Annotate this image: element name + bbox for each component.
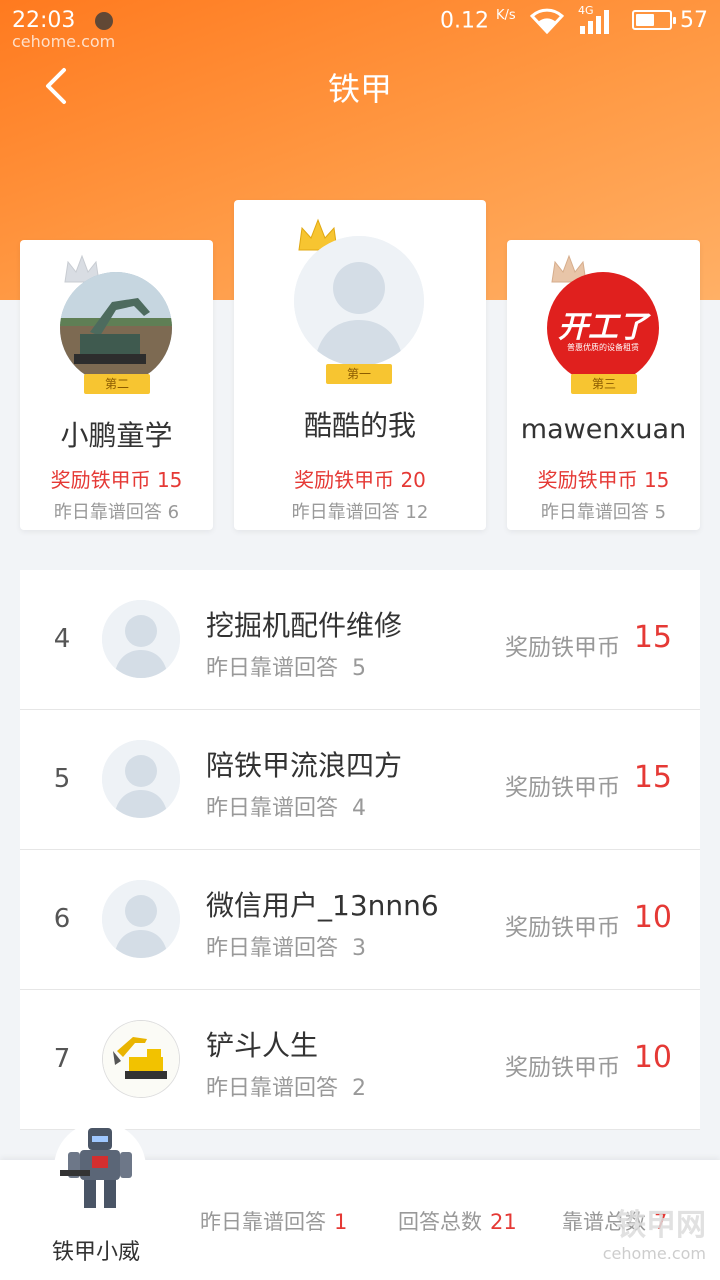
reward-value: 10 bbox=[633, 1040, 672, 1075]
watermark-site: cehome.com bbox=[12, 32, 116, 51]
wifi-icon bbox=[530, 8, 564, 34]
avatar-placeholder bbox=[102, 740, 180, 818]
reward-value: 15 bbox=[643, 468, 670, 492]
page-title: 铁甲 bbox=[327, 70, 392, 108]
yesterday-line: 昨日靠谱回答 12 bbox=[234, 498, 486, 524]
my-yesterday-stat: 昨日靠谱回答 1 bbox=[200, 1206, 347, 1236]
rank-badge: 第一 bbox=[320, 364, 398, 384]
user-name: mawenxuan bbox=[520, 414, 687, 445]
watermark-brand: 铁甲网 bbox=[616, 1208, 706, 1243]
reward-value: 15 bbox=[156, 468, 183, 492]
yesterday-value: 2 bbox=[352, 1076, 367, 1101]
yesterday-label: 昨日靠谱回答 bbox=[206, 1076, 339, 1101]
watermark: 铁甲网 cehome.com bbox=[603, 1200, 706, 1263]
reward-label: 奖励铁甲币 bbox=[505, 635, 620, 661]
status-bar: 22:03 cehome.com 0.12 K/s 4G 57 bbox=[0, 0, 720, 51]
network-speed-value: 0.12 bbox=[440, 8, 489, 34]
avatar-placeholder bbox=[102, 600, 180, 678]
status-time: 22:03 bbox=[12, 8, 76, 33]
watermark-site: cehome.com bbox=[602, 1244, 706, 1263]
reward-label: 奖励铁甲币 bbox=[505, 775, 620, 801]
yesterday-value: 6 bbox=[167, 502, 180, 523]
network-speed-unit: K/s bbox=[495, 8, 516, 23]
yesterday-label: 昨日靠谱回答 bbox=[206, 656, 339, 681]
battery-fill bbox=[636, 14, 654, 26]
yesterday-line: 昨日靠谱回答 6 bbox=[20, 498, 213, 524]
list-item[interactable]: 4 挖掘机配件维修 昨日靠谱回答 5 奖励铁甲币 15 bbox=[20, 570, 700, 710]
user-name: 微信用户_13nnn6 bbox=[206, 889, 439, 922]
yesterday-value: 3 bbox=[352, 936, 367, 961]
yesterday-line: 昨日靠谱回答 2 bbox=[206, 1070, 366, 1102]
list-item[interactable]: 5 陪铁甲流浪四方 昨日靠谱回答 4 奖励铁甲币 15 bbox=[20, 710, 700, 850]
user-name: 酷酷的我 bbox=[303, 409, 416, 442]
reward-label: 奖励铁甲币 bbox=[505, 1055, 620, 1081]
yesterday-label: 昨日靠谱回答 bbox=[206, 936, 339, 961]
yesterday-value: 5 bbox=[654, 502, 667, 523]
my-name: 铁甲小威 bbox=[52, 1240, 141, 1265]
reward-label: 奖励铁甲币 bbox=[505, 915, 620, 941]
rank-number: 7 bbox=[53, 1044, 71, 1074]
my-yesterday-value: 1 bbox=[334, 1210, 348, 1234]
battery-icon bbox=[632, 10, 676, 30]
rank-number: 6 bbox=[53, 904, 71, 934]
reward-line: 奖励铁甲币 15 bbox=[20, 464, 213, 493]
podium-card-first[interactable]: 第一 酷酷的我 奖励铁甲币 20 昨日靠谱回答 12 bbox=[234, 200, 486, 530]
reward-line: 奖励铁甲币 20 bbox=[234, 464, 486, 493]
rank-number: 5 bbox=[53, 764, 71, 794]
user-name: 铲斗人生 bbox=[206, 1029, 319, 1062]
robot-avatar bbox=[54, 1122, 146, 1214]
user-name: 挖掘机配件维修 bbox=[206, 609, 403, 642]
avatar-placeholder bbox=[102, 880, 180, 958]
avatar bbox=[60, 272, 172, 384]
yesterday-value: 5 bbox=[352, 656, 367, 681]
network-speed: 0.12 K/s bbox=[440, 8, 516, 33]
signal-icon bbox=[580, 10, 609, 34]
ranking-list: 4 挖掘机配件维修 昨日靠谱回答 5 奖励铁甲币 15 5 陪铁甲流浪四方 昨日… bbox=[20, 570, 700, 1130]
user-name: 小鹏童学 bbox=[60, 419, 173, 452]
avatar-placeholder bbox=[294, 236, 424, 366]
reward-value: 15 bbox=[633, 760, 672, 795]
reward-label: 奖励铁甲币 bbox=[50, 468, 151, 492]
yesterday-label: 昨日靠谱回答 bbox=[540, 502, 649, 523]
list-item[interactable]: 6 微信用户_13nnn6 昨日靠谱回答 3 奖励铁甲币 10 bbox=[20, 850, 700, 990]
yesterday-label: 昨日靠谱回答 bbox=[53, 502, 162, 523]
rank-badge: 第二 bbox=[78, 374, 156, 394]
my-total-value: 21 bbox=[490, 1210, 517, 1234]
reward-label: 奖励铁甲币 bbox=[537, 468, 638, 492]
battery-percent: 57 bbox=[680, 8, 708, 33]
yesterday-line: 昨日靠谱回答 5 bbox=[206, 650, 366, 682]
avatar-logo: 开工了 普惠优质的设备租赁 bbox=[547, 272, 659, 384]
yesterday-line: 昨日靠谱回答 5 bbox=[507, 498, 700, 524]
reward-label: 奖励铁甲币 bbox=[294, 468, 395, 492]
list-item[interactable]: 7 铲斗人生 昨日靠谱回答 2 奖励铁甲币 10 bbox=[20, 990, 700, 1130]
rank-badge: 第三 bbox=[565, 374, 643, 394]
yesterday-line: 昨日靠谱回答 4 bbox=[206, 790, 366, 822]
reward-value: 10 bbox=[633, 900, 672, 935]
avatar-excavator bbox=[102, 1020, 180, 1098]
user-name: 陪铁甲流浪四方 bbox=[206, 749, 403, 782]
yesterday-value: 12 bbox=[405, 502, 429, 523]
rank-number: 4 bbox=[53, 624, 71, 654]
yesterday-label: 昨日靠谱回答 bbox=[291, 502, 400, 523]
podium-card-second[interactable]: 第二 小鹏童学 奖励铁甲币 15 昨日靠谱回答 6 bbox=[20, 240, 213, 530]
my-yesterday-label: 昨日靠谱回答 bbox=[200, 1210, 326, 1234]
notification-icon bbox=[95, 12, 113, 30]
yesterday-value: 4 bbox=[352, 796, 367, 821]
yesterday-label: 昨日靠谱回答 bbox=[206, 796, 339, 821]
reward-value: 20 bbox=[400, 468, 426, 492]
logo-text: 开工了 bbox=[558, 310, 648, 345]
my-total-stat: 回答总数 21 bbox=[398, 1206, 517, 1236]
yesterday-line: 昨日靠谱回答 3 bbox=[206, 930, 366, 962]
podium-card-third[interactable]: 开工了 普惠优质的设备租赁 第三 mawenxuan 奖励铁甲币 15 昨日靠谱… bbox=[507, 240, 700, 530]
my-total-label: 回答总数 bbox=[398, 1210, 482, 1234]
reward-line: 奖励铁甲币 15 bbox=[507, 464, 700, 493]
reward-value: 15 bbox=[633, 620, 672, 655]
logo-subtitle: 普惠优质的设备租赁 bbox=[567, 343, 639, 352]
excavator-photo bbox=[60, 272, 172, 384]
